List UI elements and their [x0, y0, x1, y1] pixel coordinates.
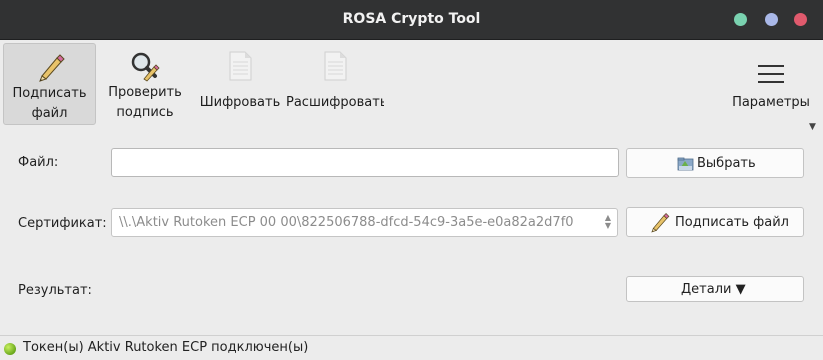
details-button[interactable]: Детали ▼ [626, 276, 804, 302]
chevron-down-icon[interactable]: ▼ [809, 122, 816, 132]
decrypt-label: Расшифровать [286, 95, 384, 110]
choose-file-label: Выбрать [697, 155, 756, 171]
verify-signature-label: Проверить подпись [108, 85, 182, 120]
close-button[interactable] [794, 13, 807, 26]
status-text: Токен(ы) Aktiv Rutoken ECP подключен(ы) [23, 340, 309, 355]
details-button-label: Детали ▼ [681, 281, 746, 297]
sign-file-toolbar-button[interactable]: Подписать файл [3, 43, 96, 125]
encrypt-label: Шифровать [199, 95, 281, 110]
choose-file-button[interactable]: Выбрать [626, 148, 804, 178]
encrypt-toolbar-button[interactable]: Шифровать [195, 43, 285, 125]
document-icon [324, 51, 347, 81]
magnifier-icon [131, 52, 160, 82]
toolbar: Подписать файл Проверить подпись Шифрова… [0, 40, 823, 132]
window-title: ROSA Crypto Tool [342, 11, 481, 27]
hamburger-menu-icon [758, 65, 784, 89]
file-path-input[interactable] [111, 148, 619, 177]
document-icon [229, 51, 252, 81]
certificate-value: \\.\Aktiv Rutoken ECP 00 00\822506788-df… [119, 215, 574, 230]
sign-file-button-label: Подписать файл [675, 214, 789, 230]
minimize-button[interactable] [734, 13, 747, 26]
sign-file-button[interactable]: Подписать файл [626, 207, 804, 237]
result-label: Результат: [18, 283, 92, 298]
decrypt-toolbar-button[interactable]: Расшифровать [286, 43, 384, 125]
certificate-select[interactable]: \\.\Aktiv Rutoken ECP 00 00\822506788-df… [111, 208, 618, 237]
status-bar: Токен(ы) Aktiv Rutoken ECP подключен(ы) [0, 335, 823, 360]
maximize-button[interactable] [765, 13, 778, 26]
parameters-toolbar-button[interactable]: Параметры [730, 43, 812, 125]
updown-arrows-icon: ▲ ▼ [604, 213, 611, 230]
folder-icon [677, 157, 694, 170]
pen-icon [651, 213, 670, 233]
pen-icon [38, 54, 65, 82]
status-indicator-icon [4, 343, 16, 355]
verify-signature-toolbar-button[interactable]: Проверить подпись [99, 43, 191, 125]
parameters-label: Параметры [732, 95, 810, 110]
sign-file-label: Подписать файл [12, 86, 87, 121]
certificate-label: Сертификат: [18, 216, 107, 231]
file-label: Файл: [18, 155, 59, 170]
title-bar: ROSA Crypto Tool [0, 0, 823, 40]
